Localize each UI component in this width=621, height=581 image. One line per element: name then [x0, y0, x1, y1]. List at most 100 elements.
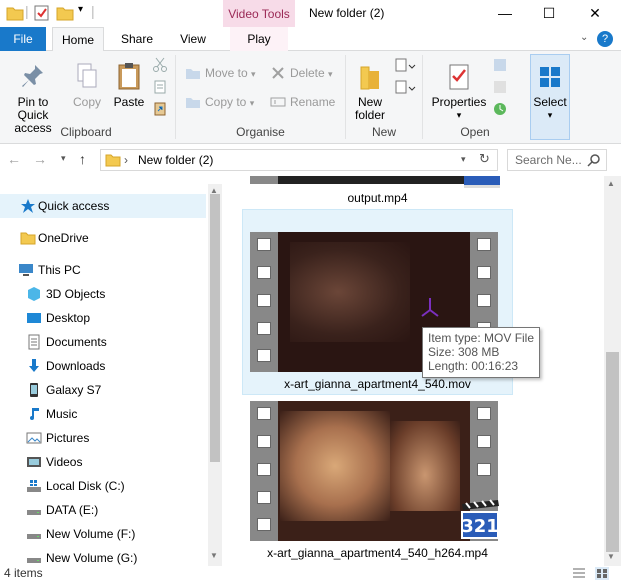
search-icon — [587, 154, 600, 167]
nav-item-data-e[interactable]: DATA (E:) — [0, 498, 206, 522]
maximize-button[interactable]: ☐ — [526, 0, 572, 27]
nav-label: Documents — [46, 335, 107, 349]
scroll-up-arrow-icon[interactable]: ▲ — [210, 186, 218, 195]
search-input[interactable]: Search Ne... — [507, 149, 607, 171]
breadcrumb-current[interactable]: New folder (2) — [138, 153, 213, 167]
download-icon — [29, 359, 39, 372]
move-to-button[interactable]: Move to ▾ — [183, 62, 263, 84]
folder-icon — [20, 232, 36, 245]
address-dropdown-icon[interactable]: ▾ — [461, 154, 466, 165]
recent-locations-icon[interactable]: ▾ — [61, 153, 66, 164]
copy-path-icon[interactable] — [152, 79, 168, 95]
properties-dropdown-icon: ▾ — [456, 110, 462, 120]
new-folder-label: New folder — [354, 95, 386, 122]
select-dropdown-icon: ▾ — [547, 110, 553, 120]
tab-play[interactable]: Play — [230, 27, 288, 51]
open-icon[interactable] — [492, 57, 508, 73]
nav-label: Pictures — [46, 431, 90, 445]
navigation-pane: Quick access OneDrive This PC 3D Objects… — [0, 184, 222, 566]
refresh-icon[interactable]: ↻ — [479, 151, 490, 167]
qat-dropdown-icon[interactable]: ▾ — [78, 4, 83, 15]
new-folder-qat-icon[interactable] — [56, 4, 74, 22]
copy-to-icon — [186, 98, 200, 108]
tab-share[interactable]: Share — [110, 27, 164, 51]
computer-icon — [19, 264, 33, 276]
file-name[interactable]: x-art_gianna_apartment4_540_h264.mp4 — [242, 546, 513, 560]
new-folder-button[interactable]: New folder — [349, 61, 391, 122]
nav-item-quick-access[interactable]: Quick access — [0, 194, 206, 218]
delete-label: Delete — [290, 66, 325, 80]
copy-button[interactable]: Copy — [68, 61, 106, 109]
file-name[interactable]: x-art_gianna_apartment4_540.mov — [242, 377, 513, 391]
video-thumbnail-film[interactable] — [250, 176, 498, 184]
properties-label: Properties — [431, 95, 487, 109]
nav-item-new-volume-f[interactable]: New Volume (F:) — [0, 522, 206, 546]
nav-item-documents[interactable]: Documents — [0, 330, 206, 354]
nav-item-onedrive[interactable]: OneDrive — [0, 226, 206, 250]
nav-item-3d-objects[interactable]: 3D Objects — [0, 282, 206, 306]
select-button[interactable]: Select ▾ — [530, 54, 570, 140]
details-view-icon[interactable] — [572, 567, 586, 580]
videos-icon — [27, 457, 41, 467]
context-tab-video-tools: Video Tools — [223, 0, 295, 28]
up-arrow-icon[interactable]: ↑ — [79, 151, 86, 167]
easy-access-icon[interactable] — [394, 79, 416, 97]
folder-icon — [105, 154, 121, 167]
paste-icon — [118, 63, 140, 90]
forward-arrow-icon[interactable]: → — [33, 151, 47, 167]
tab-view[interactable]: View — [170, 27, 216, 51]
back-arrow-icon[interactable]: ← — [7, 151, 21, 167]
content-scrollbar-thumb[interactable] — [606, 352, 619, 552]
file-name[interactable]: output.mp4 — [242, 191, 513, 205]
large-icons-view-icon[interactable] — [595, 567, 609, 580]
drive-icon — [27, 534, 41, 539]
desktop-icon — [27, 313, 41, 323]
scroll-down-arrow-icon[interactable]: ▼ — [607, 552, 615, 561]
scroll-up-arrow-icon[interactable]: ▲ — [607, 179, 615, 188]
nav-item-desktop[interactable]: Desktop — [0, 306, 206, 330]
nav-label: Local Disk (C:) — [46, 479, 125, 493]
tab-file[interactable]: File — [0, 27, 46, 51]
properties-qat-icon[interactable] — [33, 4, 51, 22]
delete-button[interactable]: Delete ▾ — [268, 62, 348, 84]
nav-item-this-pc[interactable]: This PC — [0, 258, 206, 282]
nav-item-downloads[interactable]: Downloads — [0, 354, 206, 378]
tab-home[interactable]: Home — [52, 27, 104, 52]
edit-icon[interactable] — [492, 79, 508, 95]
windows-drive-icon — [27, 480, 41, 492]
music-icon — [30, 408, 39, 420]
properties-button[interactable]: Properties ▾ — [428, 61, 490, 122]
file-info-tooltip: Item type: MOV File Size: 308 MB Length:… — [422, 327, 540, 378]
ribbon-collapse-icon[interactable]: ⌄ — [580, 32, 588, 43]
close-button[interactable]: ✕ — [572, 0, 618, 27]
address-bar[interactable]: › New folder (2) ▾ ↻ — [100, 149, 498, 171]
breadcrumb-separator[interactable]: › — [124, 153, 128, 167]
rename-button[interactable]: Rename — [268, 91, 348, 113]
pin-quick-access-button[interactable]: Pin to Quick access — [0, 61, 66, 135]
paste-button[interactable]: Paste — [110, 61, 148, 109]
clipboard-group-label: Clipboard — [60, 125, 112, 139]
qat-divider: | — [25, 3, 29, 19]
nav-item-local-disk-c[interactable]: Local Disk (C:) — [0, 474, 206, 498]
cut-icon[interactable] — [152, 57, 168, 73]
scroll-down-arrow-icon[interactable]: ▼ — [210, 551, 218, 560]
copy-to-button[interactable]: Copy to ▾ — [183, 91, 263, 113]
nav-item-music[interactable]: Music — [0, 402, 206, 426]
nav-item-videos[interactable]: Videos — [0, 450, 206, 474]
paste-shortcut-icon[interactable] — [152, 101, 168, 117]
history-icon[interactable] — [492, 101, 508, 117]
tooltip-size: Size: 308 MB — [428, 345, 500, 359]
pin-icon — [22, 65, 43, 87]
nav-label: Videos — [46, 455, 83, 469]
new-item-icon[interactable] — [394, 57, 416, 75]
folder-icon — [6, 7, 24, 21]
nav-scrollbar-thumb[interactable] — [210, 194, 220, 462]
help-button[interactable]: ? — [597, 31, 613, 47]
minimize-button[interactable]: — — [482, 0, 528, 27]
nav-item-pictures[interactable]: Pictures — [0, 426, 206, 450]
nav-item-galaxy-s7[interactable]: Galaxy S7 — [0, 378, 206, 402]
status-bar: 4 items — [0, 566, 621, 581]
rename-icon — [270, 97, 286, 107]
select-label: Select — [533, 95, 567, 109]
ribbon-tabs: File Home Share View Play — [0, 27, 621, 52]
